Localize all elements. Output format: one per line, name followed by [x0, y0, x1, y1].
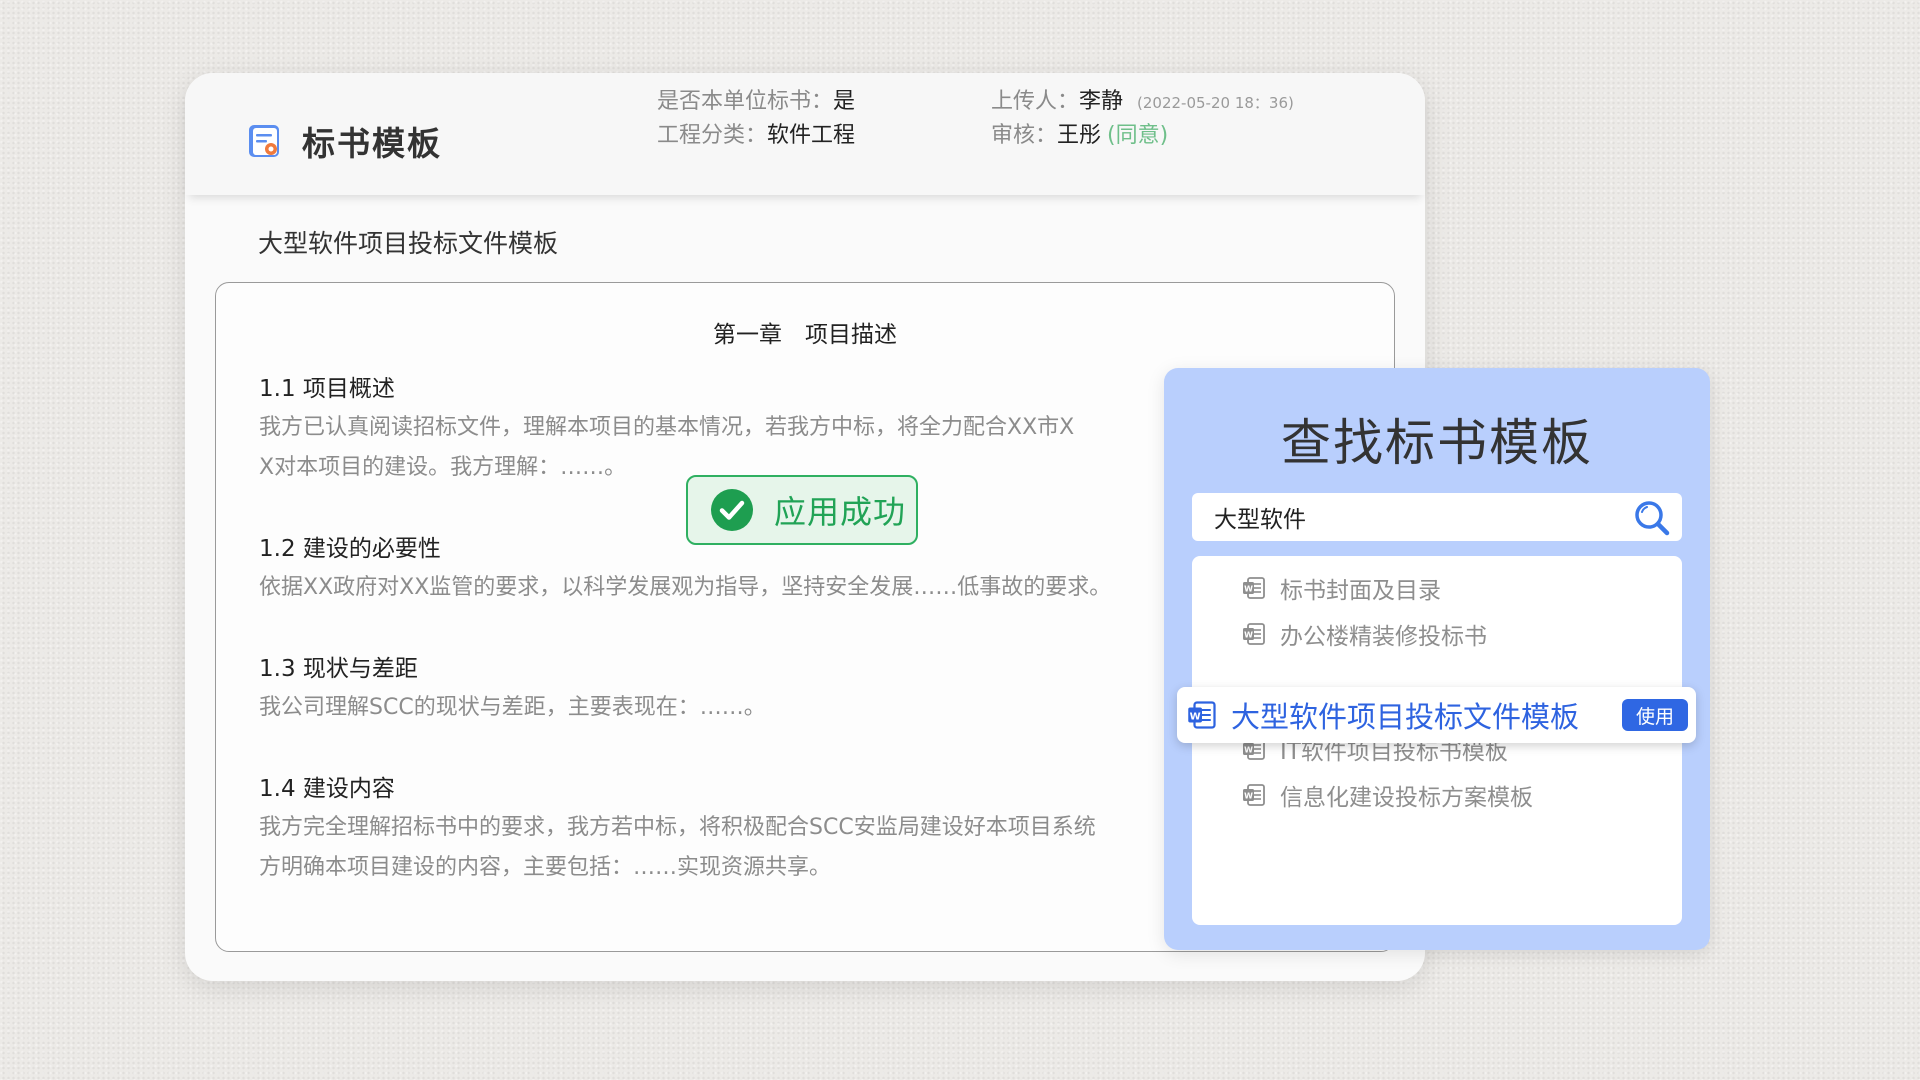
- category-meta: 工程分类：软件工程: [657, 123, 856, 148]
- use-button[interactable]: 使用: [1621, 699, 1688, 731]
- review-status: (同意): [1107, 123, 1169, 148]
- result-item[interactable]: W 标书封面及目录: [1242, 568, 1441, 608]
- svg-text:W: W: [1244, 746, 1253, 755]
- word-doc-icon: W: [1243, 784, 1265, 806]
- own-unit-meta: 是否本单位标书：是: [657, 89, 856, 114]
- word-doc-icon: W: [1188, 701, 1216, 729]
- search-title: 查找标书模板: [1281, 414, 1593, 472]
- section-1-4: 1.4 建设内容 我方完全理解招标书中的要求，我方若中标，将积极配合SCC安监局…: [259, 776, 1096, 880]
- success-toast: 应用成功: [686, 475, 918, 545]
- word-doc-icon: W: [1243, 577, 1265, 599]
- section-1-3: 1.3 现状与差距 我公司理解SCC的现状与差距，主要表现在：……。: [259, 656, 766, 720]
- result-item[interactable]: W 办公楼精装修投标书: [1242, 614, 1487, 654]
- chapter-title: 第一章 项目描述: [713, 322, 897, 348]
- search-input[interactable]: [1192, 493, 1632, 541]
- document-badge-icon: [249, 125, 279, 157]
- result-item[interactable]: W 信息化建设投标方案模板: [1242, 775, 1533, 815]
- svg-text:W: W: [1244, 631, 1253, 640]
- page-title: 标书模板: [302, 124, 442, 163]
- svg-text:W: W: [1244, 792, 1253, 801]
- selected-result-label: 大型软件项目投标文件模板: [1231, 700, 1580, 734]
- toast-text: 应用成功: [774, 493, 907, 531]
- result-item-selected[interactable]: W 大型软件项目投标文件模板 使用: [1177, 687, 1696, 743]
- section-1-1: 1.1 项目概述 我方已认真阅读招标文件，理解本项目的基本情况，若我方中标，将全…: [259, 376, 1075, 480]
- search-panel: 查找标书模板 W 标书封面及目录: [1164, 368, 1710, 950]
- word-doc-icon: W: [1243, 623, 1265, 645]
- search-box: [1192, 493, 1682, 541]
- check-circle-icon: [711, 489, 753, 531]
- svg-text:W: W: [1190, 711, 1201, 722]
- svg-text:W: W: [1244, 585, 1253, 594]
- document-name: 大型软件项目投标文件模板: [258, 229, 559, 258]
- reviewer-meta: 审核：王彤 (同意): [991, 123, 1169, 148]
- search-icon[interactable]: [1632, 498, 1672, 538]
- upload-time: (2022-05-20 18：36): [1137, 94, 1294, 112]
- uploader-meta: 上传人：李静 (2022-05-20 18：36): [991, 89, 1294, 114]
- card-header: 标书模板 是否本单位标书：是 工程分类：软件工程 上传人：李静 (2022-05-…: [185, 73, 1425, 195]
